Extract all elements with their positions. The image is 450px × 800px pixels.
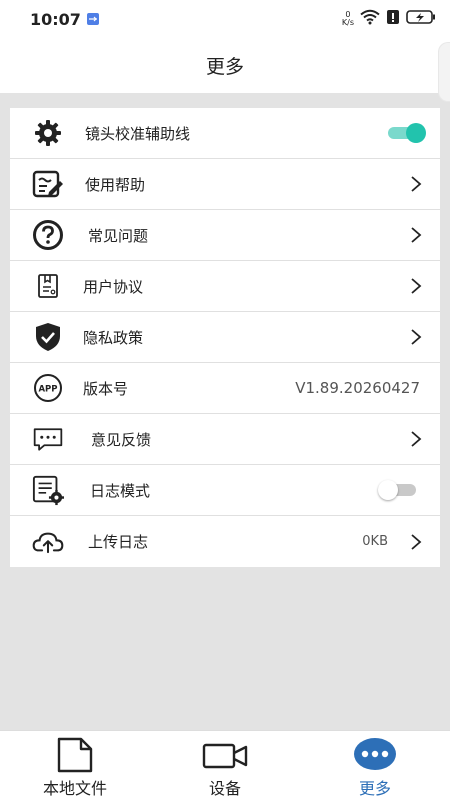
setting-user-agreement[interactable]: 用户协议 xyxy=(10,261,440,312)
setting-label: 版本号 xyxy=(83,379,129,398)
tab-more[interactable]: 更多 xyxy=(300,731,450,800)
app-icon: APP xyxy=(32,372,64,404)
lens-guides-toggle[interactable] xyxy=(386,123,426,143)
tab-label: 本地文件 xyxy=(42,779,107,798)
battery-icon xyxy=(406,9,436,29)
tab-device[interactable]: 设备 xyxy=(150,731,300,800)
agreement-icon xyxy=(32,270,64,302)
setting-privacy-policy[interactable]: 隐私政策 xyxy=(10,312,440,363)
network-speed-unit: K/s xyxy=(341,18,354,27)
setting-label: 日志模式 xyxy=(90,481,151,500)
log-mode-toggle[interactable] xyxy=(378,480,418,500)
question-icon xyxy=(32,219,64,251)
file-icon xyxy=(56,737,94,777)
usb-icon xyxy=(86,13,99,25)
tab-local-files[interactable]: 本地文件 xyxy=(0,731,150,800)
side-drawer-handle[interactable] xyxy=(438,42,450,102)
log-settings-icon xyxy=(32,474,64,506)
setting-label: 用户协议 xyxy=(83,277,144,296)
page-title: 更多 xyxy=(205,56,244,78)
svg-text:APP: APP xyxy=(38,385,57,395)
tab-label: 设备 xyxy=(208,779,241,798)
setting-help[interactable]: 使用帮助 xyxy=(10,159,440,210)
setting-upload-logs[interactable]: 上传日志 0KB xyxy=(10,516,440,567)
chevron-right-icon xyxy=(411,278,422,294)
version-value: V1.89.20260427 xyxy=(295,379,420,397)
setting-faq[interactable]: 常见问题 xyxy=(10,210,440,261)
shield-check-icon xyxy=(32,321,64,353)
page-header: 更多 xyxy=(0,38,450,93)
bottom-tab-bar: 本地文件 设备 更多 xyxy=(0,730,450,800)
chevron-right-icon xyxy=(411,227,422,243)
network-speed: 0 K/s xyxy=(342,11,354,27)
chevron-right-icon xyxy=(411,329,422,345)
setting-feedback[interactable]: 意见反馈 xyxy=(10,414,440,465)
status-bar: 10:07 0 K/s xyxy=(0,0,450,38)
cloud-upload-icon xyxy=(32,526,64,558)
camera-icon xyxy=(202,743,248,773)
chevron-right-icon xyxy=(411,431,422,447)
log-size-value: 0KB xyxy=(362,534,388,549)
wifi-icon xyxy=(360,9,380,29)
feedback-icon xyxy=(32,423,64,455)
tab-label: 更多 xyxy=(358,779,391,798)
setting-lens-calibration-guides: 镜头校准辅助线 xyxy=(10,108,440,159)
setting-label: 镜头校准辅助线 xyxy=(85,124,191,143)
more-icon xyxy=(353,737,397,775)
setting-label: 上传日志 xyxy=(88,533,149,551)
status-time: 10:07 xyxy=(30,9,81,29)
settings-list: 镜头校准辅助线 使用帮助 常见问题 用户协议 隐私政策 APP 版本号 V1.8… xyxy=(10,108,440,567)
setting-label: 隐私政策 xyxy=(83,328,144,347)
setting-label: 意见反馈 xyxy=(91,430,152,449)
gear-icon xyxy=(32,117,64,149)
setting-label: 使用帮助 xyxy=(85,175,146,194)
alert-icon xyxy=(386,9,400,29)
setting-version: APP 版本号 V1.89.20260427 xyxy=(10,363,440,414)
setting-label: 常见问题 xyxy=(88,226,149,245)
chevron-right-icon xyxy=(411,176,422,192)
chevron-right-icon xyxy=(411,533,422,550)
help-edit-icon xyxy=(32,168,64,200)
setting-log-mode: 日志模式 xyxy=(10,465,440,516)
